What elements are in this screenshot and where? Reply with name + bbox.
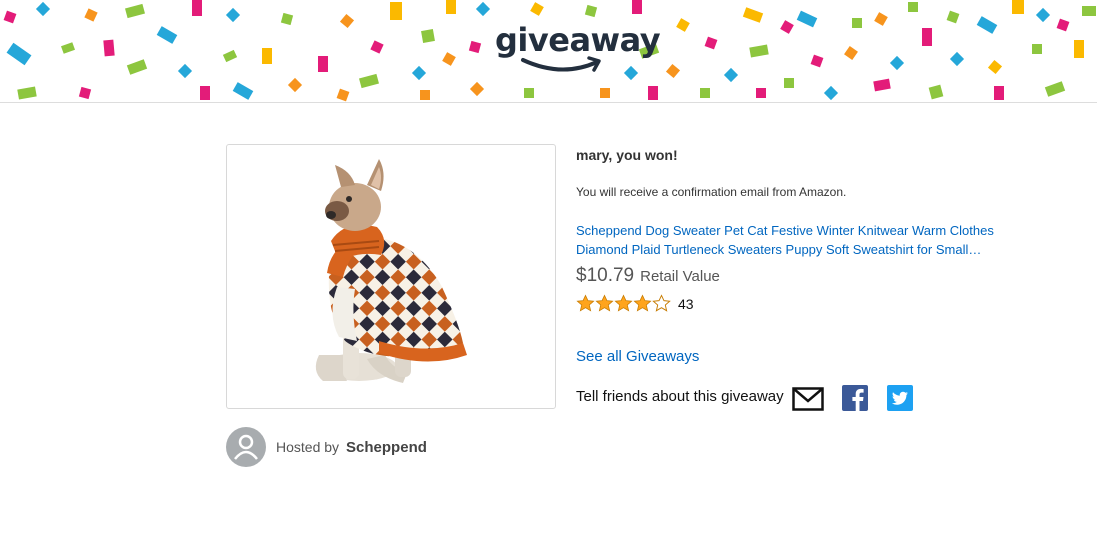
- winner-message: mary, you won!: [576, 147, 678, 163]
- price: $10.79: [576, 265, 635, 286]
- star-empty-icon: [652, 294, 671, 312]
- see-all-giveaways-link[interactable]: See all Giveaways: [576, 348, 699, 365]
- price-row: $10.79 Retail Value: [576, 265, 720, 287]
- star-full-icon: [576, 294, 595, 312]
- retail-value-label: Retail Value: [640, 268, 720, 285]
- facebook-icon[interactable]: [842, 385, 868, 411]
- product-image-card[interactable]: [226, 144, 556, 409]
- email-icon[interactable]: [792, 387, 824, 411]
- product-title-link[interactable]: Scheppend Dog Sweater Pet Cat Festive Wi…: [576, 221, 1006, 259]
- star-full-icon: [633, 294, 652, 312]
- header-banner: giveaway: [0, 0, 1097, 103]
- star-rating[interactable]: [576, 294, 671, 313]
- twitter-icon[interactable]: [887, 385, 913, 411]
- amazon-smile-icon: [521, 56, 601, 72]
- star-full-icon: [595, 294, 614, 312]
- default-user-avatar-icon: [226, 427, 266, 467]
- giveaway-logo[interactable]: giveaway: [495, 20, 661, 80]
- logo-text: giveaway: [495, 21, 661, 59]
- review-count[interactable]: 43: [678, 296, 694, 312]
- confirmation-text: You will receive a confirmation email fr…: [576, 185, 847, 199]
- dog-sweater-image: [315, 159, 467, 383]
- star-full-icon: [614, 294, 633, 312]
- hosted-by-label: Hosted by: [276, 439, 340, 455]
- host-name: Scheppend: [346, 438, 427, 456]
- rating-row[interactable]: 43: [576, 294, 694, 313]
- share-label: Tell friends about this giveaway: [576, 388, 784, 405]
- host-info: Hosted by Scheppend: [226, 427, 427, 467]
